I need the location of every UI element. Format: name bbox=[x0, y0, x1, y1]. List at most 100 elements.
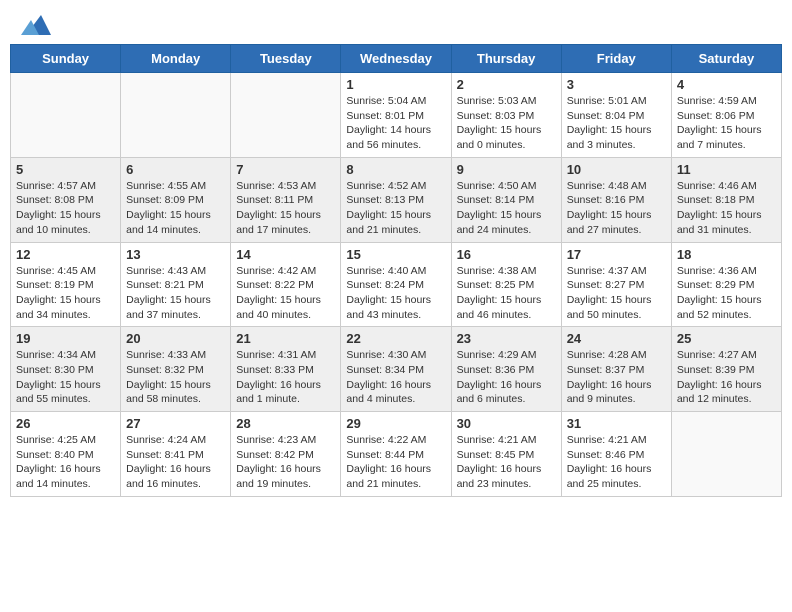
day-number: 31 bbox=[567, 416, 666, 431]
weekday-header-monday: Monday bbox=[121, 45, 231, 73]
weekday-header-thursday: Thursday bbox=[451, 45, 561, 73]
day-number: 20 bbox=[126, 331, 225, 346]
day-info: Sunrise: 4:43 AM Sunset: 8:21 PM Dayligh… bbox=[126, 264, 225, 323]
day-number: 23 bbox=[457, 331, 556, 346]
day-number: 21 bbox=[236, 331, 335, 346]
day-number: 26 bbox=[16, 416, 115, 431]
day-info: Sunrise: 4:23 AM Sunset: 8:42 PM Dayligh… bbox=[236, 433, 335, 492]
day-number: 5 bbox=[16, 162, 115, 177]
calendar-cell: 21 Sunrise: 4:31 AM Sunset: 8:33 PM Dayli… bbox=[231, 327, 341, 412]
day-number: 25 bbox=[677, 331, 776, 346]
calendar-cell: 13 Sunrise: 4:43 AM Sunset: 8:21 PM Dayli… bbox=[121, 242, 231, 327]
calendar-cell: 4 Sunrise: 4:59 AM Sunset: 8:06 PM Daylig… bbox=[671, 73, 781, 158]
calendar-cell: 10Sunrise: 4:48 AM Sunset: 8:16 PM Dayli… bbox=[561, 157, 671, 242]
day-number: 24 bbox=[567, 331, 666, 346]
calendar-cell: 14Sunrise: 4:42 AM Sunset: 8:22 PM Dayli… bbox=[231, 242, 341, 327]
calendar-cell: 9 Sunrise: 4:50 AM Sunset: 8:14 PM Daylig… bbox=[451, 157, 561, 242]
calendar-cell: 5 Sunrise: 4:57 AM Sunset: 8:08 PM Daylig… bbox=[11, 157, 121, 242]
calendar-cell: 2 Sunrise: 5:03 AM Sunset: 8:03 PM Daylig… bbox=[451, 73, 561, 158]
day-info: Sunrise: 4:34 AM Sunset: 8:30 PM Dayligh… bbox=[16, 348, 115, 407]
day-number: 12 bbox=[16, 247, 115, 262]
calendar-week-4: 19 Sunrise: 4:34 AM Sunset: 8:30 PM Dayli… bbox=[11, 327, 782, 412]
day-info: Sunrise: 4:37 AM Sunset: 8:27 PM Dayligh… bbox=[567, 264, 666, 323]
day-info: Sunrise: 4:38 AM Sunset: 8:25 PM Dayligh… bbox=[457, 264, 556, 323]
day-number: 15 bbox=[346, 247, 445, 262]
weekday-header-row: SundayMondayTuesdayWednesdayThursdayFrid… bbox=[11, 45, 782, 73]
day-number: 2 bbox=[457, 77, 556, 92]
day-info: Sunrise: 4:55 AM Sunset: 8:09 PM Dayligh… bbox=[126, 179, 225, 238]
day-info: Sunrise: 4:45 AM Sunset: 8:19 PM Dayligh… bbox=[16, 264, 115, 323]
day-number: 10 bbox=[567, 162, 666, 177]
day-number: 19 bbox=[16, 331, 115, 346]
calendar-cell: 7Sunrise: 4:53 AM Sunset: 8:11 PM Daylig… bbox=[231, 157, 341, 242]
day-info: Sunrise: 4:30 AM Sunset: 8:34 PM Dayligh… bbox=[346, 348, 445, 407]
calendar-cell: 24 Sunrise: 4:28 AM Sunset: 8:37 PM Dayli… bbox=[561, 327, 671, 412]
day-info: Sunrise: 4:31 AM Sunset: 8:33 PM Dayligh… bbox=[236, 348, 335, 407]
calendar-cell: 25Sunrise: 4:27 AM Sunset: 8:39 PM Dayli… bbox=[671, 327, 781, 412]
calendar-cell: 11Sunrise: 4:46 AM Sunset: 8:18 PM Dayli… bbox=[671, 157, 781, 242]
day-info: Sunrise: 4:24 AM Sunset: 8:41 PM Dayligh… bbox=[126, 433, 225, 492]
day-number: 1 bbox=[346, 77, 445, 92]
calendar-cell: 26 Sunrise: 4:25 AM Sunset: 8:40 PM Dayli… bbox=[11, 412, 121, 497]
day-info: Sunrise: 4:21 AM Sunset: 8:45 PM Dayligh… bbox=[457, 433, 556, 492]
calendar-cell: 15 Sunrise: 4:40 AM Sunset: 8:24 PM Dayli… bbox=[341, 242, 451, 327]
calendar-cell: 8Sunrise: 4:52 AM Sunset: 8:13 PM Daylig… bbox=[341, 157, 451, 242]
day-number: 28 bbox=[236, 416, 335, 431]
day-info: Sunrise: 4:29 AM Sunset: 8:36 PM Dayligh… bbox=[457, 348, 556, 407]
weekday-header-tuesday: Tuesday bbox=[231, 45, 341, 73]
day-info: Sunrise: 4:28 AM Sunset: 8:37 PM Dayligh… bbox=[567, 348, 666, 407]
day-info: Sunrise: 4:25 AM Sunset: 8:40 PM Dayligh… bbox=[16, 433, 115, 492]
calendar-week-5: 26 Sunrise: 4:25 AM Sunset: 8:40 PM Dayli… bbox=[11, 412, 782, 497]
day-number: 16 bbox=[457, 247, 556, 262]
day-info: Sunrise: 5:04 AM Sunset: 8:01 PM Dayligh… bbox=[346, 94, 445, 153]
day-number: 4 bbox=[677, 77, 776, 92]
page-header bbox=[10, 10, 782, 36]
calendar-cell: 28 Sunrise: 4:23 AM Sunset: 8:42 PM Dayli… bbox=[231, 412, 341, 497]
day-info: Sunrise: 4:50 AM Sunset: 8:14 PM Dayligh… bbox=[457, 179, 556, 238]
day-number: 27 bbox=[126, 416, 225, 431]
day-info: Sunrise: 4:59 AM Sunset: 8:06 PM Dayligh… bbox=[677, 94, 776, 153]
day-number: 9 bbox=[457, 162, 556, 177]
calendar-table: SundayMondayTuesdayWednesdayThursdayFrid… bbox=[10, 44, 782, 497]
calendar-week-2: 5 Sunrise: 4:57 AM Sunset: 8:08 PM Daylig… bbox=[11, 157, 782, 242]
calendar-cell: 27 Sunrise: 4:24 AM Sunset: 8:41 PM Dayli… bbox=[121, 412, 231, 497]
day-info: Sunrise: 4:40 AM Sunset: 8:24 PM Dayligh… bbox=[346, 264, 445, 323]
day-info: Sunrise: 5:03 AM Sunset: 8:03 PM Dayligh… bbox=[457, 94, 556, 153]
calendar-cell: 6 Sunrise: 4:55 AM Sunset: 8:09 PM Daylig… bbox=[121, 157, 231, 242]
calendar-cell: 29 Sunrise: 4:22 AM Sunset: 8:44 PM Dayli… bbox=[341, 412, 451, 497]
calendar-cell: 31 Sunrise: 4:21 AM Sunset: 8:46 PM Dayli… bbox=[561, 412, 671, 497]
day-info: Sunrise: 4:33 AM Sunset: 8:32 PM Dayligh… bbox=[126, 348, 225, 407]
calendar-cell: 30Sunrise: 4:21 AM Sunset: 8:45 PM Dayli… bbox=[451, 412, 561, 497]
weekday-header-friday: Friday bbox=[561, 45, 671, 73]
calendar-cell: 22Sunrise: 4:30 AM Sunset: 8:34 PM Dayli… bbox=[341, 327, 451, 412]
calendar-cell: 19 Sunrise: 4:34 AM Sunset: 8:30 PM Dayli… bbox=[11, 327, 121, 412]
calendar-cell: 12 Sunrise: 4:45 AM Sunset: 8:19 PM Dayli… bbox=[11, 242, 121, 327]
calendar-cell bbox=[231, 73, 341, 158]
day-info: Sunrise: 5:01 AM Sunset: 8:04 PM Dayligh… bbox=[567, 94, 666, 153]
logo bbox=[15, 10, 51, 36]
calendar-cell: 16 Sunrise: 4:38 AM Sunset: 8:25 PM Dayli… bbox=[451, 242, 561, 327]
day-number: 8 bbox=[346, 162, 445, 177]
weekday-header-wednesday: Wednesday bbox=[341, 45, 451, 73]
calendar-week-3: 12 Sunrise: 4:45 AM Sunset: 8:19 PM Dayli… bbox=[11, 242, 782, 327]
day-info: Sunrise: 4:46 AM Sunset: 8:18 PM Dayligh… bbox=[677, 179, 776, 238]
day-info: Sunrise: 4:21 AM Sunset: 8:46 PM Dayligh… bbox=[567, 433, 666, 492]
calendar-cell: 23 Sunrise: 4:29 AM Sunset: 8:36 PM Dayli… bbox=[451, 327, 561, 412]
weekday-header-saturday: Saturday bbox=[671, 45, 781, 73]
day-number: 18 bbox=[677, 247, 776, 262]
day-info: Sunrise: 4:53 AM Sunset: 8:11 PM Dayligh… bbox=[236, 179, 335, 238]
day-number: 6 bbox=[126, 162, 225, 177]
calendar-cell: 17 Sunrise: 4:37 AM Sunset: 8:27 PM Dayli… bbox=[561, 242, 671, 327]
day-info: Sunrise: 4:42 AM Sunset: 8:22 PM Dayligh… bbox=[236, 264, 335, 323]
day-number: 13 bbox=[126, 247, 225, 262]
day-info: Sunrise: 4:57 AM Sunset: 8:08 PM Dayligh… bbox=[16, 179, 115, 238]
day-number: 3 bbox=[567, 77, 666, 92]
weekday-header-sunday: Sunday bbox=[11, 45, 121, 73]
day-number: 29 bbox=[346, 416, 445, 431]
calendar-cell: 3 Sunrise: 5:01 AM Sunset: 8:04 PM Daylig… bbox=[561, 73, 671, 158]
day-number: 17 bbox=[567, 247, 666, 262]
calendar-cell bbox=[671, 412, 781, 497]
calendar-cell bbox=[121, 73, 231, 158]
day-info: Sunrise: 4:22 AM Sunset: 8:44 PM Dayligh… bbox=[346, 433, 445, 492]
calendar-cell: 18Sunrise: 4:36 AM Sunset: 8:29 PM Dayli… bbox=[671, 242, 781, 327]
